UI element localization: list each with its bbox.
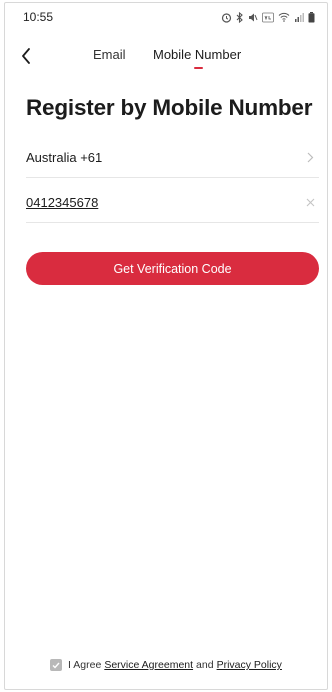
and-text: and <box>196 659 214 671</box>
agree-text: I Agree <box>68 659 102 671</box>
back-button[interactable] <box>15 45 37 67</box>
bluetooth-icon <box>236 11 243 23</box>
status-time: 10:55 <box>23 10 54 24</box>
alarm-icon <box>221 12 232 23</box>
wifi-icon <box>278 12 290 22</box>
clear-icon[interactable] <box>303 196 317 210</box>
tab-email[interactable]: Email <box>93 47 126 62</box>
check-icon <box>52 662 60 669</box>
page-title: Register by Mobile Number <box>26 95 313 120</box>
active-tab-indicator <box>194 67 203 69</box>
get-verification-code-button[interactable]: Get Verification Code <box>26 252 319 285</box>
mute-icon <box>249 13 258 21</box>
top-nav: Email Mobile Number <box>5 41 327 75</box>
status-bar: 10:55 <box>5 3 327 31</box>
signal-icon <box>295 13 304 22</box>
phone-input-wrap <box>26 195 246 210</box>
chevron-right-icon <box>303 151 317 165</box>
tab-mobile-number[interactable]: Mobile Number <box>153 47 241 62</box>
status-icons <box>221 11 315 23</box>
service-agreement-link[interactable]: Service Agreement <box>104 659 193 671</box>
phone-field-row <box>26 183 319 223</box>
country-selector[interactable]: Australia +61 <box>26 138 319 178</box>
country-label: Australia +61 <box>26 150 103 165</box>
app-screen: 10:55 Email Mobile Number Register by Mo… <box>4 2 328 690</box>
chevron-left-icon <box>22 48 30 64</box>
privacy-policy-link[interactable]: Privacy Policy <box>217 659 282 671</box>
battery-icon <box>308 11 315 22</box>
volte-icon <box>262 12 274 22</box>
agreement-row: I Agree Service Agreement and Privacy Po… <box>5 659 327 671</box>
phone-input[interactable] <box>26 195 246 210</box>
agreement-checkbox[interactable] <box>50 659 63 671</box>
